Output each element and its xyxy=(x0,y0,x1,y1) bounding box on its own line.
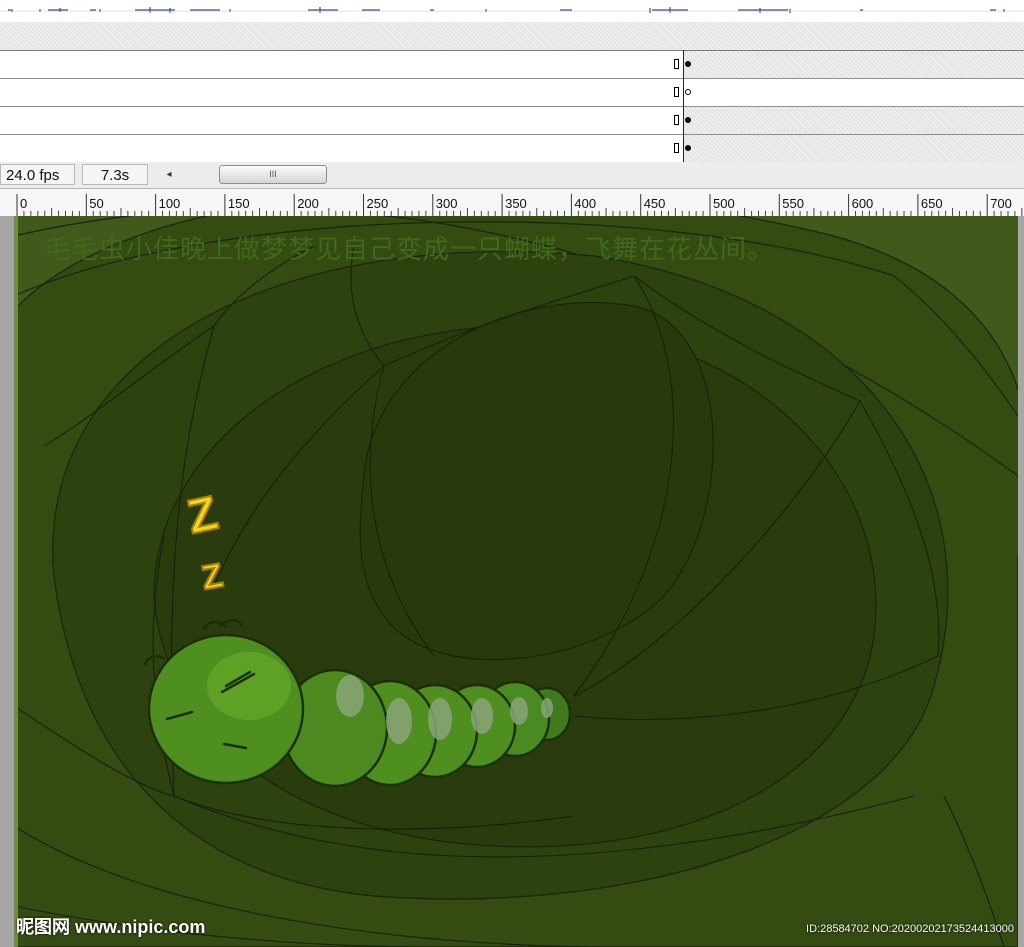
keyframe-filled[interactable] xyxy=(685,61,691,67)
layer-row-2[interactable] xyxy=(0,79,1024,107)
audio-waveform xyxy=(0,7,1024,13)
audio-waveform-layer[interactable] xyxy=(0,0,1024,23)
timeline-empty-band xyxy=(0,22,1024,51)
stage-canvas[interactable]: 毛毛虫小佳晚上做梦梦见自己变成一只蝴蝶，飞舞在花丛间。 Z Z 昵图网 www.… xyxy=(14,216,1018,947)
layer-row-4[interactable] xyxy=(0,135,1024,163)
ruler-label: 300 xyxy=(436,196,458,211)
keyframe-hollow[interactable] xyxy=(685,89,691,95)
fps-display[interactable]: 24.0 fps xyxy=(0,164,75,185)
ruler-label: 500 xyxy=(713,196,735,211)
ruler-label: 0 xyxy=(20,196,27,211)
image-id-watermark: ID:28584702 NO:20200202173524413000 xyxy=(806,923,1014,935)
ruler-label: 700 xyxy=(990,196,1012,211)
site-watermark: 昵图网 www.nipic.com xyxy=(16,917,206,937)
ruler-label: 250 xyxy=(367,196,389,211)
frame-span xyxy=(684,51,1024,78)
caterpillar-character[interactable] xyxy=(14,216,1018,947)
blank-keyframe-marker[interactable] xyxy=(674,143,679,153)
blank-keyframe-marker[interactable] xyxy=(674,59,679,69)
ruler-ticks: 0 50 100 150 200 250 300 350 400 450 500 550 600 650 7… xyxy=(16,194,1023,216)
ruler-label: 350 xyxy=(505,196,527,211)
ruler-label: 600 xyxy=(852,196,874,211)
ruler-label: 650 xyxy=(921,196,943,211)
scroll-left-icon[interactable]: ◂ xyxy=(160,166,178,184)
ruler-label: 550 xyxy=(782,196,804,211)
ruler-label: 150 xyxy=(228,196,250,211)
timeline-status-bar: 24.0 fps 7.3s ◂ III xyxy=(0,162,1024,189)
ruler-label: 450 xyxy=(644,196,666,211)
keyframe-filled[interactable] xyxy=(685,117,691,123)
layer-row-1[interactable] xyxy=(0,51,1024,79)
horizontal-scroll-thumb[interactable]: III xyxy=(219,165,327,184)
elapsed-time-display[interactable]: 7.3s xyxy=(82,164,148,185)
ruler-label: 200 xyxy=(297,196,319,211)
layer-row-3[interactable] xyxy=(0,107,1024,135)
keyframe-filled[interactable] xyxy=(685,145,691,151)
ruler-label: 400 xyxy=(574,196,596,211)
frame-span xyxy=(684,107,1024,134)
horizontal-ruler: 0 50 100 150 200 250 300 350 400 450 500 550 600 650 7… xyxy=(0,189,1024,217)
ruler-label: 50 xyxy=(89,196,103,211)
frame-span xyxy=(684,135,1024,162)
blank-keyframe-marker[interactable] xyxy=(674,87,679,97)
blank-keyframe-marker[interactable] xyxy=(674,115,679,125)
ruler-label: 100 xyxy=(159,196,181,211)
playhead-line[interactable] xyxy=(683,50,684,162)
